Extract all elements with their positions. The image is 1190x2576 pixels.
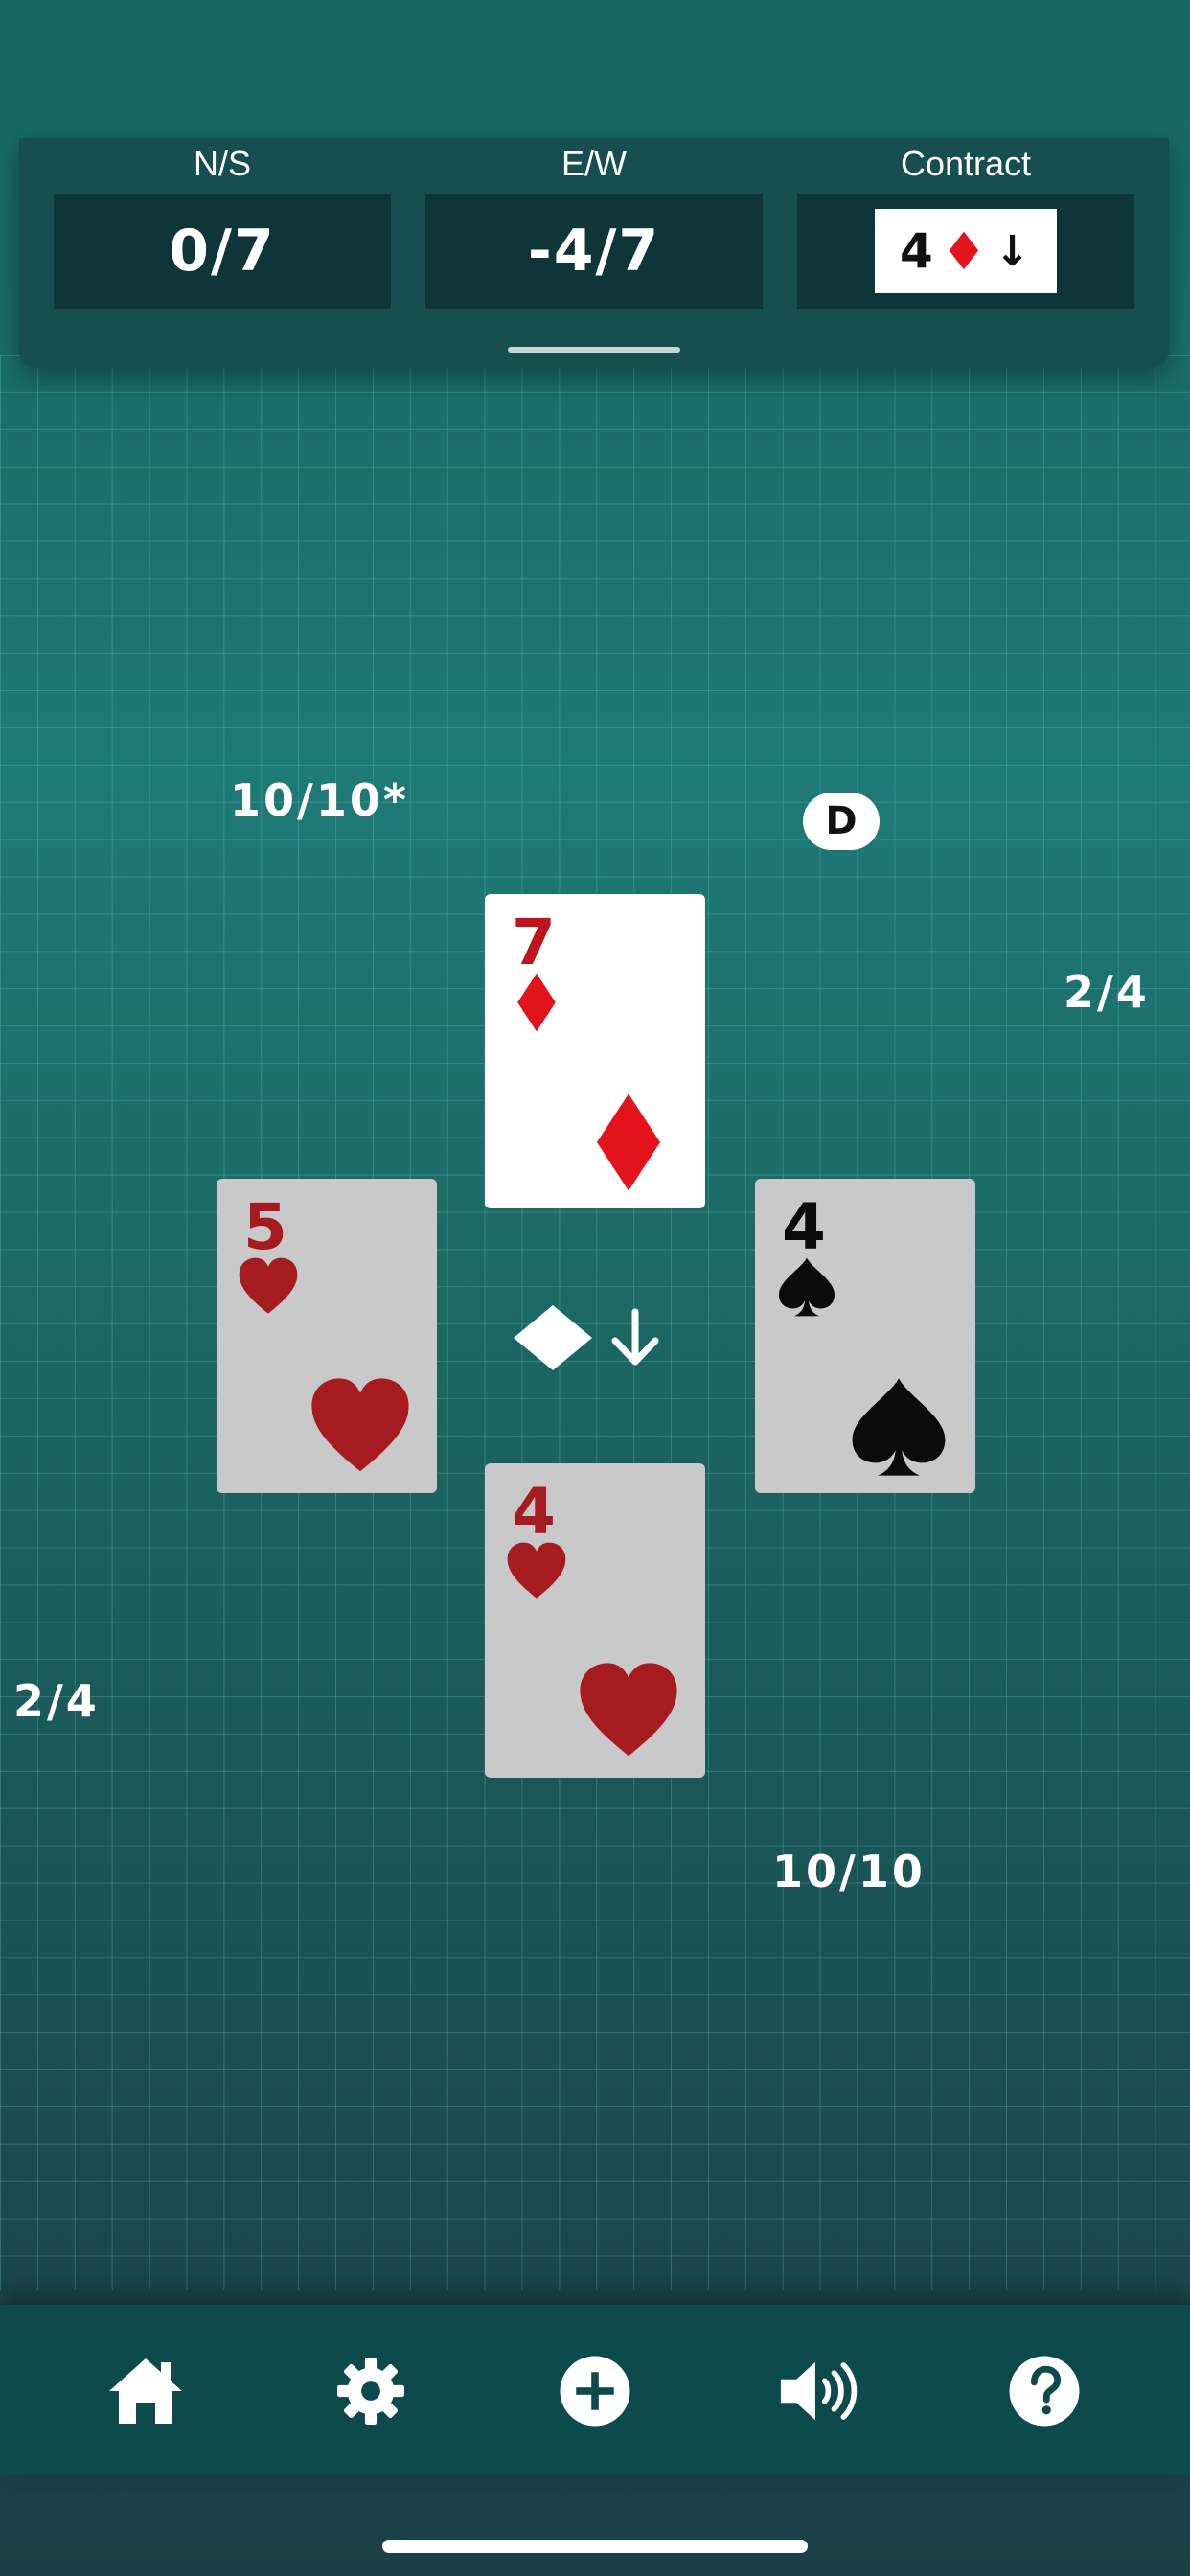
contract-score: Contract 4 ♦ ↓	[797, 138, 1134, 309]
speaker-icon	[780, 2361, 858, 2421]
gear-icon	[337, 2358, 404, 2425]
trick-count-south-east: 10/10	[772, 1846, 926, 1898]
trump-indicator	[512, 1301, 675, 1374]
home-button[interactable]	[98, 2343, 194, 2439]
card-rank: 4	[512, 1475, 556, 1549]
settings-button[interactable]	[323, 2343, 419, 2439]
sound-button[interactable]	[771, 2343, 867, 2439]
ew-value: -4/7	[425, 194, 763, 309]
arrow-down-icon	[611, 1308, 659, 1366]
new-game-button[interactable]	[547, 2343, 643, 2439]
contract-level: 4	[899, 223, 935, 279]
ns-label: N/S	[193, 144, 251, 183]
plus-circle-icon	[560, 2356, 630, 2426]
ns-score: N/S 0/7	[54, 138, 391, 309]
trick-count-west: 2/4	[13, 1675, 100, 1727]
home-indicator[interactable]	[382, 2540, 808, 2553]
contract-label: Contract	[900, 144, 1032, 183]
card-rank: 7	[512, 906, 556, 979]
contract-chip: 4 ♦ ↓	[875, 209, 1057, 293]
spade-icon	[852, 1378, 946, 1476]
ew-label: E/W	[561, 144, 627, 183]
trick-count-north-west: 10/10*	[230, 774, 409, 826]
heart-icon	[507, 1542, 566, 1598]
diamond-icon	[517, 973, 556, 1032]
card-rank: 5	[243, 1190, 287, 1264]
diamond-icon	[514, 1305, 592, 1370]
panel-drag-handle[interactable]	[508, 347, 680, 353]
home-icon	[109, 2358, 182, 2424]
bottom-toolbar	[0, 2305, 1190, 2475]
card-west: 5	[217, 1179, 437, 1493]
ns-value: 0/7	[54, 194, 391, 309]
ew-score: E/W -4/7	[425, 138, 763, 309]
score-panel[interactable]: N/S 0/7 E/W -4/7 Contract 4 ♦ ↓	[19, 138, 1169, 368]
spade-icon	[778, 1257, 835, 1317]
card-rank: 4	[782, 1190, 826, 1264]
help-button[interactable]	[996, 2343, 1092, 2439]
card-south: 4	[485, 1463, 705, 1778]
heart-icon	[311, 1378, 409, 1472]
card-east: 4	[755, 1179, 975, 1493]
contract-box: 4 ♦ ↓	[797, 194, 1134, 309]
heart-icon	[239, 1257, 298, 1314]
card-north: 7	[485, 894, 705, 1208]
heart-icon	[580, 1663, 677, 1757]
diamond-icon: ♦	[940, 220, 990, 282]
trick-count-east: 2/4	[1064, 966, 1150, 1018]
arrow-down-icon: ↓	[995, 226, 1033, 276]
help-icon	[1009, 2356, 1080, 2426]
diamond-icon	[597, 1093, 660, 1191]
dealer-badge: D	[803, 793, 880, 850]
